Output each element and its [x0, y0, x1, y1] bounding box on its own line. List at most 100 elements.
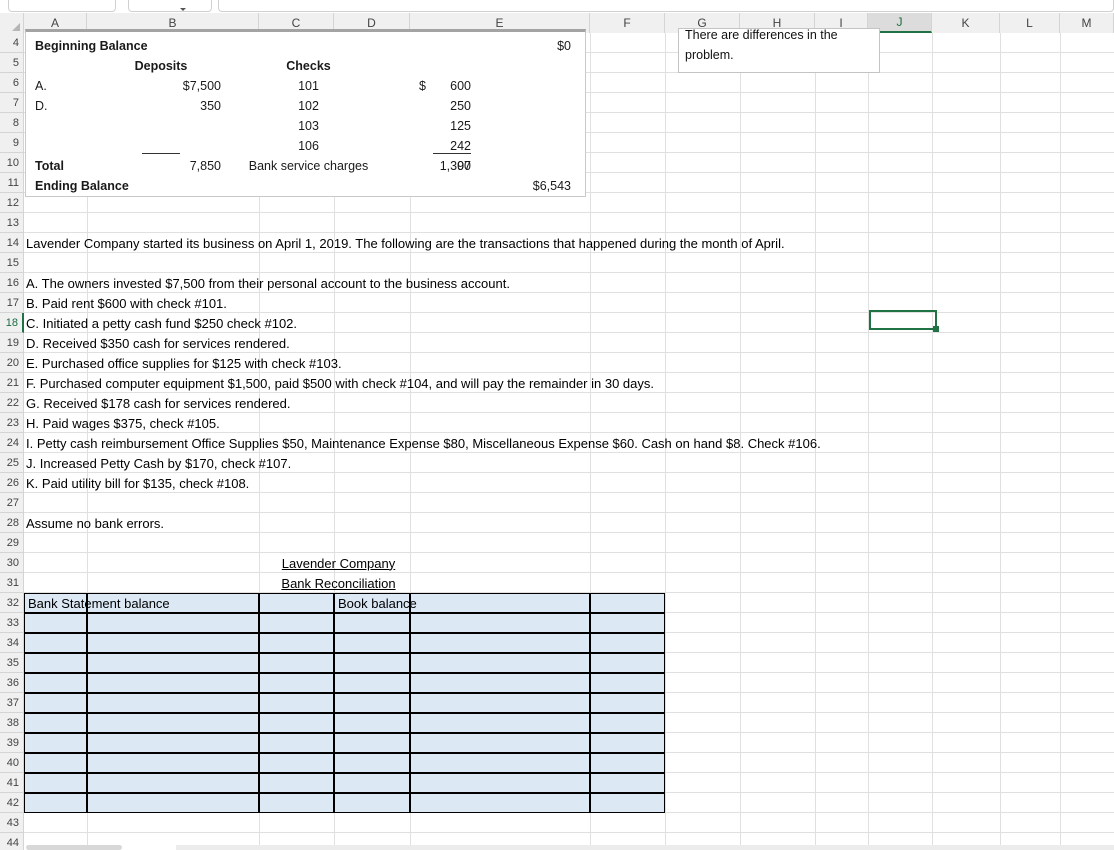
recon-cell[interactable] [24, 673, 87, 693]
row-header-24[interactable]: 24 [0, 433, 24, 453]
recon-cell[interactable] [590, 733, 665, 753]
row-header-9[interactable]: 9 [0, 133, 24, 153]
recon-cell[interactable] [259, 693, 334, 713]
recon-cell[interactable] [24, 613, 87, 633]
recon-cell[interactable] [334, 653, 410, 673]
recon-cell[interactable] [259, 753, 334, 773]
recon-cell[interactable] [590, 693, 665, 713]
select-all-corner[interactable] [0, 13, 24, 33]
recon-cell[interactable] [410, 753, 590, 773]
formula-bar[interactable] [218, 0, 1114, 12]
recon-cell[interactable] [24, 713, 87, 733]
recon-cell[interactable] [590, 753, 665, 773]
recon-cell[interactable] [87, 633, 259, 653]
recon-cell[interactable] [24, 773, 87, 793]
row-header-40[interactable]: 40 [0, 753, 24, 773]
recon-cell[interactable] [410, 713, 590, 733]
row-header-19[interactable]: 19 [0, 333, 24, 353]
recon-cell[interactable] [87, 693, 259, 713]
column-header-f[interactable]: F [590, 13, 665, 33]
row-header-42[interactable]: 42 [0, 793, 24, 813]
recon-cell[interactable] [259, 633, 334, 653]
row-header-39[interactable]: 39 [0, 733, 24, 753]
row-header-6[interactable]: 6 [0, 73, 24, 93]
recon-cell[interactable] [410, 633, 590, 653]
recon-cell[interactable] [334, 773, 410, 793]
row-header-36[interactable]: 36 [0, 673, 24, 693]
row-header-32[interactable]: 32 [0, 593, 24, 613]
recon-cell[interactable] [259, 593, 334, 613]
recon-cell[interactable] [259, 613, 334, 633]
recon-cell[interactable] [590, 673, 665, 693]
recon-cell[interactable] [259, 773, 334, 793]
recon-cell[interactable] [334, 733, 410, 753]
row-header-43[interactable]: 43 [0, 813, 24, 833]
recon-cell[interactable] [334, 633, 410, 653]
row-header-41[interactable]: 41 [0, 773, 24, 793]
recon-cell[interactable] [590, 593, 665, 613]
row-header-23[interactable]: 23 [0, 413, 24, 433]
row-header-4[interactable]: 4 [0, 33, 24, 53]
row-header-16[interactable]: 16 [0, 273, 24, 293]
row-header-38[interactable]: 38 [0, 713, 24, 733]
recon-cell[interactable] [590, 793, 665, 813]
recon-cell[interactable] [87, 713, 259, 733]
row-header-21[interactable]: 21 [0, 373, 24, 393]
row-header-35[interactable]: 35 [0, 653, 24, 673]
recon-cell[interactable] [410, 733, 590, 753]
row-header-27[interactable]: 27 [0, 493, 24, 513]
row-header-11[interactable]: 11 [0, 173, 24, 193]
row-header-22[interactable]: 22 [0, 393, 24, 413]
row-header-28[interactable]: 28 [0, 513, 24, 533]
row-header-37[interactable]: 37 [0, 693, 24, 713]
recon-cell[interactable] [24, 653, 87, 673]
row-header-26[interactable]: 26 [0, 473, 24, 493]
row-header-14[interactable]: 14 [0, 233, 24, 253]
recon-cell[interactable] [334, 613, 410, 633]
recon-cell[interactable] [87, 673, 259, 693]
recon-cell[interactable] [87, 653, 259, 673]
row-header-12[interactable]: 12 [0, 193, 24, 213]
recon-cell[interactable] [410, 653, 590, 673]
recon-cell[interactable] [24, 793, 87, 813]
recon-cell[interactable] [87, 733, 259, 753]
recon-cell[interactable] [334, 753, 410, 773]
recon-cell[interactable] [410, 793, 590, 813]
recon-cell[interactable] [410, 773, 590, 793]
column-header-m[interactable]: M [1060, 13, 1114, 33]
column-header-k[interactable]: K [932, 13, 1000, 33]
recon-cell[interactable] [87, 773, 259, 793]
recon-cell[interactable] [87, 793, 259, 813]
row-header-17[interactable]: 17 [0, 293, 24, 313]
recon-cell[interactable] [590, 613, 665, 633]
recon-cell[interactable] [24, 633, 87, 653]
recon-cell[interactable] [590, 633, 665, 653]
recon-cell[interactable] [259, 653, 334, 673]
recon-cell[interactable] [334, 713, 410, 733]
recon-cell[interactable] [259, 713, 334, 733]
recon-cell[interactable] [590, 773, 665, 793]
recon-cell[interactable] [410, 673, 590, 693]
row-header-44[interactable]: 44 [0, 833, 24, 850]
row-header-18[interactable]: 18 [0, 313, 24, 333]
row-header-20[interactable]: 20 [0, 353, 24, 373]
recon-cell[interactable] [590, 653, 665, 673]
row-header-7[interactable]: 7 [0, 93, 24, 113]
horizontal-scrollbar-track[interactable] [176, 845, 1114, 850]
recon-cell[interactable] [259, 673, 334, 693]
recon-cell[interactable] [24, 753, 87, 773]
selected-cell-j18[interactable] [869, 310, 937, 330]
recon-cell[interactable] [410, 693, 590, 713]
row-header-25[interactable]: 25 [0, 453, 24, 473]
recon-cell[interactable] [410, 613, 590, 633]
recon-cell[interactable] [410, 593, 590, 613]
recon-cell[interactable] [24, 733, 87, 753]
row-header-10[interactable]: 10 [0, 153, 24, 173]
recon-cell[interactable] [24, 693, 87, 713]
row-header-5[interactable]: 5 [0, 53, 24, 73]
recon-cell[interactable] [87, 613, 259, 633]
row-header-34[interactable]: 34 [0, 633, 24, 653]
row-header-33[interactable]: 33 [0, 613, 24, 633]
chevron-down-icon[interactable] [180, 8, 186, 11]
row-header-13[interactable]: 13 [0, 213, 24, 233]
